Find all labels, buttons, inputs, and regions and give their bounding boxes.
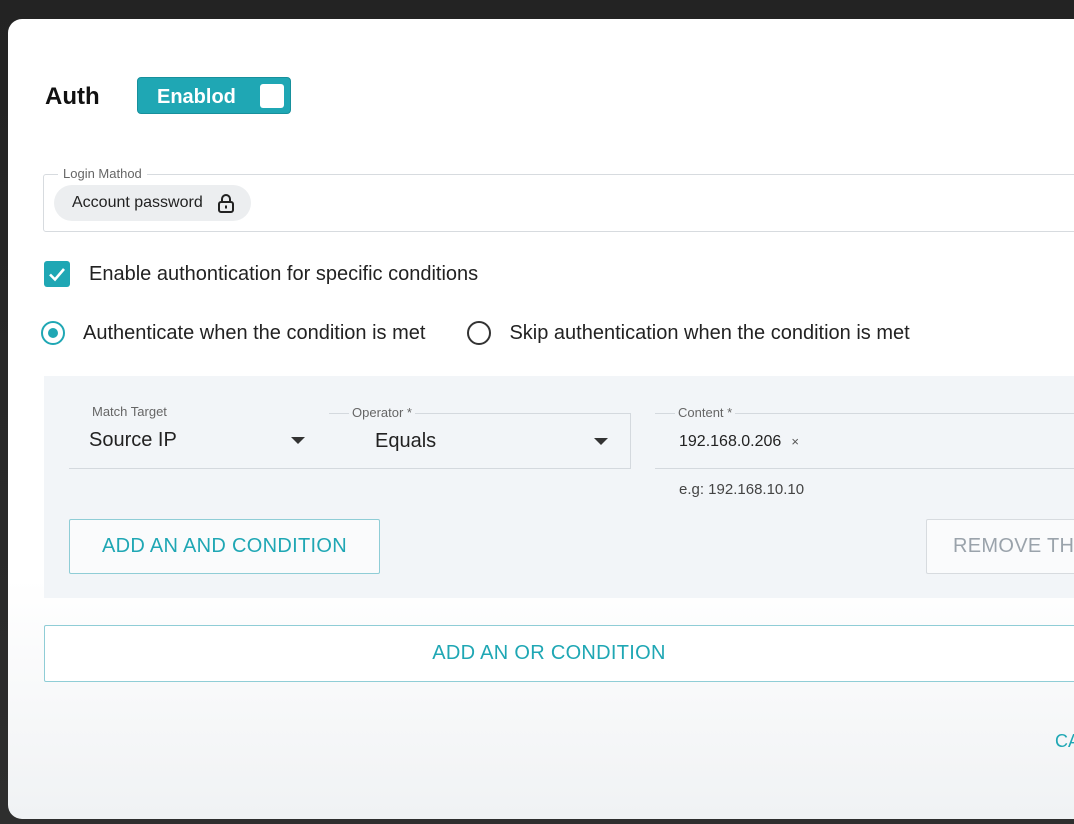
toggle-knob bbox=[260, 84, 284, 108]
login-method-label: Login Mathod bbox=[58, 166, 147, 181]
match-target-value: Source IP bbox=[89, 429, 177, 451]
close-icon[interactable]: × bbox=[791, 434, 799, 449]
radio-authenticate-label[interactable]: Authenticate when the condition is met bbox=[83, 322, 425, 345]
operator-select[interactable]: Operator * Equals bbox=[329, 405, 631, 469]
chevron-down-icon bbox=[594, 438, 608, 445]
enable-conditions-row[interactable]: Enable authontication for specific condi… bbox=[44, 261, 478, 287]
remove-condition-button[interactable]: REMOVE THIS bbox=[926, 519, 1074, 574]
login-method-chip[interactable]: Account password bbox=[54, 185, 251, 221]
auth-toggle-label: Enablod bbox=[157, 86, 236, 108]
add-and-condition-button[interactable]: ADD AN AND CONDITION bbox=[69, 519, 380, 574]
add-or-condition-button[interactable]: ADD AN OR CONDITION bbox=[44, 625, 1074, 682]
operator-value: Equals bbox=[375, 430, 437, 452]
enable-conditions-checkbox[interactable] bbox=[44, 261, 70, 287]
auth-toggle[interactable]: Enablod bbox=[137, 77, 291, 114]
login-method-field[interactable]: Login Mathod Account password bbox=[43, 166, 1074, 232]
content-input[interactable]: Content * 192.168.0.206 × bbox=[655, 405, 1074, 469]
condition-panel: Match Target Source IP Operator * Equals… bbox=[44, 376, 1074, 598]
operator-label: Operator * bbox=[349, 405, 415, 420]
login-method-chip-label: Account password bbox=[72, 194, 203, 211]
match-target-select[interactable]: Match Target Source IP bbox=[69, 404, 329, 469]
enable-conditions-label: Enable authontication for specific condi… bbox=[89, 262, 479, 285]
check-icon bbox=[49, 268, 65, 282]
auth-label: Auth bbox=[45, 83, 100, 110]
content-label: Content * bbox=[675, 405, 736, 420]
lock-icon bbox=[215, 192, 237, 214]
cancel-button[interactable]: CANCEL bbox=[1055, 731, 1074, 752]
content-ip-chip[interactable]: 192.168.0.206 × bbox=[679, 433, 799, 451]
radio-skip-label[interactable]: Skip authentication when the condition i… bbox=[509, 322, 909, 345]
chevron-down-icon bbox=[291, 437, 305, 444]
radio-authenticate[interactable] bbox=[41, 321, 65, 345]
match-target-label: Match Target bbox=[89, 404, 170, 419]
auth-mode-radio-group: Authenticate when the condition is met S… bbox=[41, 321, 910, 345]
content-hint: e.g: 192.168.10.10 bbox=[679, 481, 805, 498]
radio-skip[interactable] bbox=[467, 321, 492, 345]
content-ip-chip-label: 192.168.0.206 bbox=[679, 433, 782, 450]
auth-dialog: Auth Enablod Login Mathod Account passwo… bbox=[8, 19, 1074, 819]
